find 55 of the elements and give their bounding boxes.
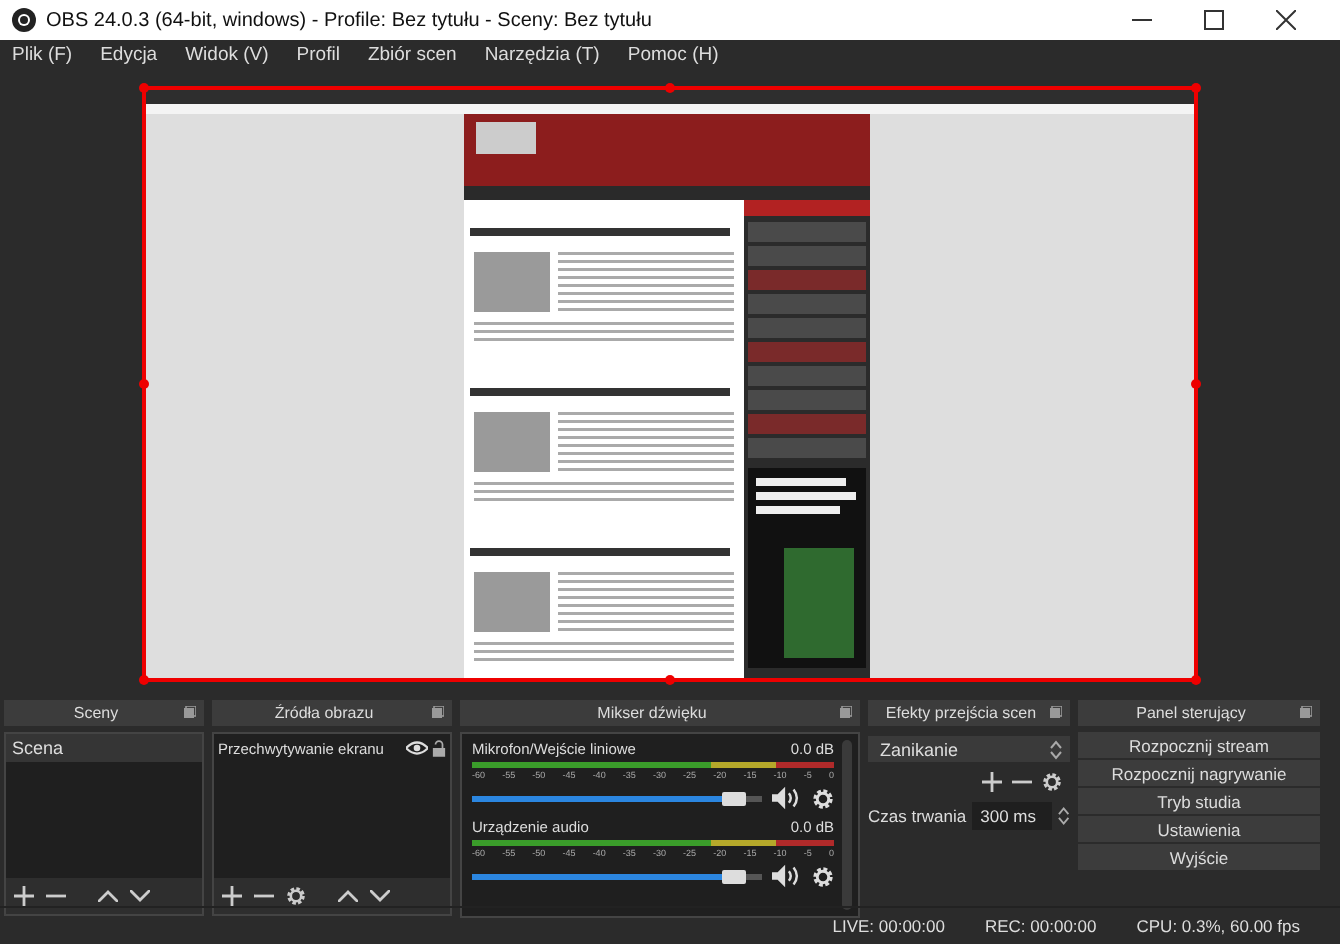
menu-item[interactable]: Pomoc (H) <box>627 43 719 65</box>
move-up-icon[interactable] <box>338 890 358 902</box>
menu-item[interactable]: Zbiór scen <box>367 43 457 65</box>
add-icon[interactable] <box>982 772 1002 792</box>
spinner-icon[interactable] <box>1058 806 1070 826</box>
duration-field[interactable]: 300 ms <box>972 802 1053 830</box>
dock-title: Źródła obrazu <box>274 704 374 722</box>
slider-thumb[interactable] <box>721 869 745 883</box>
settings-icon[interactable] <box>1042 772 1062 792</box>
move-down-icon[interactable] <box>130 890 150 902</box>
dock-title: Sceny <box>73 704 119 722</box>
add-icon[interactable] <box>14 886 34 906</box>
menu-item[interactable]: Widok (V) <box>185 43 269 65</box>
undock-icon[interactable] <box>432 706 444 718</box>
undock-icon[interactable] <box>184 706 196 718</box>
move-up-icon[interactable] <box>98 890 118 902</box>
volume-slider[interactable] <box>472 873 762 879</box>
status-text: LIVE: 00:00:00 <box>832 916 945 936</box>
control-button[interactable]: Ustawienia <box>1078 816 1320 842</box>
eye-icon[interactable] <box>406 740 428 756</box>
settings-icon[interactable] <box>812 787 834 809</box>
move-down-icon[interactable] <box>370 890 390 902</box>
control-button[interactable]: Rozpocznij stream <box>1078 732 1320 758</box>
unlocked-lock-icon[interactable] <box>432 738 446 758</box>
settings-icon[interactable] <box>812 865 834 887</box>
control-button[interactable]: Wyjście <box>1078 844 1320 870</box>
undock-icon[interactable] <box>840 706 852 718</box>
control-button[interactable]: Rozpocznij nagrywanie <box>1078 760 1320 786</box>
dock-title: Mikser dźwięku <box>597 704 707 722</box>
maximize-icon[interactable] <box>1204 10 1224 30</box>
transition-select[interactable]: Zanikanie <box>868 736 1070 762</box>
scene-item[interactable]: Scena <box>6 734 202 762</box>
add-icon[interactable] <box>222 886 242 906</box>
speaker-icon[interactable] <box>772 786 802 810</box>
duration-label: Czas trwania <box>868 806 967 826</box>
undock-icon[interactable] <box>1050 706 1062 718</box>
app-logo-icon <box>12 8 36 32</box>
settings-icon[interactable] <box>286 886 306 906</box>
close-icon[interactable] <box>1276 10 1296 30</box>
menu-item[interactable]: Plik (F) <box>12 43 73 65</box>
menu-item[interactable]: Edycja <box>100 43 158 65</box>
window-title: OBS 24.0.3 (64-bit, windows) - Profile: Bez tytułu - Sceny: Bez tytułu <box>46 9 654 31</box>
control-button[interactable]: Tryb studia <box>1078 788 1320 814</box>
status-text: REC: 00:00:00 <box>984 916 1097 936</box>
dock-title: Efekty przejścia scen <box>885 704 1037 722</box>
dock-title: Panel sterujący <box>1136 704 1246 722</box>
menu-item[interactable]: Profil <box>296 43 340 65</box>
volume-slider[interactable] <box>472 795 762 801</box>
speaker-icon[interactable] <box>772 864 802 888</box>
scrollbar[interactable] <box>842 740 852 910</box>
menu-item[interactable]: Narzędzia (T) <box>484 43 600 65</box>
undock-icon[interactable] <box>1300 706 1312 718</box>
slider-thumb[interactable] <box>721 791 745 805</box>
status-text: CPU: 0.3%, 60.00 fps <box>1136 916 1300 936</box>
spinner-icon <box>1050 739 1062 759</box>
